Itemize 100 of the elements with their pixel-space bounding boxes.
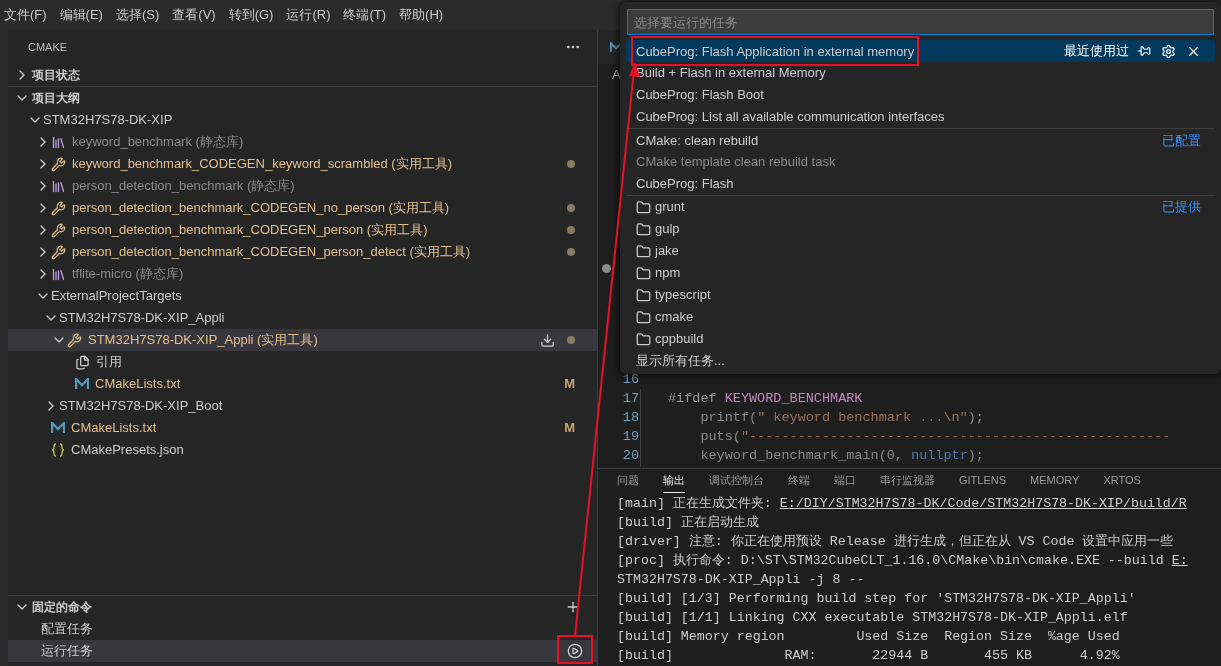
tree-item[interactable]: STM32H7S78-DK-XIP [8, 109, 597, 131]
tree-item-label: person_detection_benchmark_CODEGEN_no_person (实用工具) [72, 199, 450, 218]
task-label: CubeProg: List all available communication interfaces [636, 108, 945, 127]
tree-item[interactable]: person_detection_benchmark (静态库) [8, 175, 597, 197]
path-link[interactable]: E: [1171, 553, 1188, 568]
task-item[interactable]: gulp [626, 218, 1215, 240]
braces-icon [51, 443, 65, 457]
tree-item-label: person_detection_benchmark (静态库) [72, 177, 295, 196]
panel-tab[interactable]: 调试控制台 [709, 469, 764, 493]
tree-item-label: 引用 [96, 353, 122, 372]
tree-item[interactable]: keyword_benchmark (静态库) [8, 131, 597, 153]
tree-item-label: STM32H7S78-DK-XIP_Boot [59, 397, 223, 416]
panel-tab[interactable]: XRTOS [1103, 469, 1141, 493]
panel-tab[interactable]: MEMORY [1030, 469, 1080, 493]
command-label: 配置任务 [41, 620, 94, 639]
task-item[interactable]: CubeProg: List all available communication interfaces [626, 106, 1215, 128]
task-label: CubeProg: Flash Boot [636, 86, 764, 105]
section-header[interactable]: 固定的命令 [8, 596, 597, 618]
breadcrumb[interactable]: A [612, 65, 621, 85]
menu-item[interactable]: 选择(S) [115, 5, 160, 25]
tree-item-label: STM32H7S78-DK-XIP_Appli (实用工具) [88, 331, 318, 350]
task-item[interactable]: CubeProg: Flash Boot [626, 84, 1215, 106]
tree-item-label: ExternalProjectTargets [51, 287, 182, 306]
panel-tab[interactable]: GITLENS [959, 469, 1007, 493]
menu-item[interactable]: 查看(V) [172, 5, 216, 25]
search-field[interactable]: 选择要运行的任务 [627, 9, 1214, 35]
section-title: 固定的命令 [32, 599, 93, 616]
panel-tab[interactable]: 终端 [788, 469, 810, 493]
task-item[interactable]: CMake: clean rebuild 已配置 CMake template clean rebuild task [626, 129, 1215, 173]
tree-item[interactable]: person_detection_benchmark_CODEGEN_person (实用工具) [8, 219, 597, 241]
tree-item[interactable]: CMakePresets.json [8, 439, 597, 461]
panel-tab[interactable]: 端口 [834, 469, 856, 493]
settings-icon[interactable] [1161, 43, 1176, 59]
tree-item[interactable]: CMakeLists.txt M [8, 417, 597, 439]
path-link[interactable]: E:/DIY/STM32H7S78-DK/Code/STM32H7S78-DK-XIP/build/R [779, 496, 1187, 511]
group-label: 已提供 [1162, 198, 1201, 217]
wrench-icon [67, 332, 82, 348]
folder-icon [636, 265, 651, 281]
cmake-file-icon[interactable] [610, 41, 622, 53]
task-item[interactable]: grunt 已提供 [626, 196, 1215, 218]
command-label: 运行任务 [41, 642, 94, 661]
tree-item[interactable]: 引用 [8, 351, 597, 373]
tree-item[interactable]: tflite-micro (静态库) [8, 263, 597, 285]
folder-icon [636, 331, 651, 347]
menu-item[interactable]: 终端(T) [343, 5, 387, 25]
task-label: npm [655, 264, 681, 283]
tree-item[interactable]: ExternalProjectTargets [8, 285, 597, 307]
menu-item[interactable]: 帮助(H) [399, 5, 444, 25]
task-item[interactable]: 显示所有任务... [626, 350, 1215, 372]
tree-item-label: keyword_benchmark (静态库) [72, 133, 244, 152]
tree-item[interactable]: STM32H7S78-DK-XIP_Appli (实用工具) [8, 329, 597, 351]
output-line: [build] 正在启动生成 [617, 514, 760, 532]
task-label: cmake [655, 308, 694, 327]
tree-item[interactable]: STM32H7S78-DK-XIP_Appli [8, 307, 597, 329]
task-detail: CMake template clean rebuild task [636, 153, 837, 171]
download-icon[interactable] [540, 332, 555, 348]
tree-item[interactable]: keyword_benchmark_CODEGEN_keyword_scrambled (实用工具) [8, 153, 597, 175]
panel-tab[interactable]: 串行监视器 [880, 469, 935, 493]
menu-item[interactable]: 转到(G) [228, 5, 274, 25]
task-label: jake [655, 242, 679, 261]
task-item[interactable]: cppbuild [626, 328, 1215, 350]
section-header[interactable]: 项目大纲 [8, 87, 597, 109]
section-title: 项目大纲 [32, 90, 80, 107]
wrench-icon [51, 222, 66, 238]
tree-item-label: keyword_benchmark_CODEGEN_keyword_scrambled (实用工具) [72, 155, 452, 174]
task-item[interactable]: typescript [626, 284, 1215, 306]
tree-item-label: person_detection_benchmark_CODEGEN_person (实用工具) [72, 221, 428, 240]
tree-item-label: person_detection_benchmark_CODEGEN_person_detect (实用工具) [72, 243, 471, 262]
task-label: 显示所有任务... [636, 352, 725, 371]
pin-icon[interactable] [1137, 44, 1151, 58]
task-label: CubeProg: Flash [636, 175, 734, 194]
group-label: 已配置 [1162, 132, 1201, 151]
play-icon[interactable] [567, 643, 583, 659]
command-item[interactable]: 配置任务 [8, 618, 597, 640]
tree-item[interactable]: STM32H7S78-DK-XIP_Boot [8, 395, 597, 417]
task-item[interactable]: npm [626, 262, 1215, 284]
output-line: STM32H7S78-DK-XIP_Appli -j 8 -- [617, 571, 866, 589]
line-number: 17 [621, 390, 640, 409]
line-number: 16 [621, 371, 640, 390]
output-line: [proc] 执行命令: D:\ST\STM32CubeCLT_1.16.0\CMake\bin\cmake.EXE --build E: [617, 552, 1189, 570]
tree-item[interactable]: person_detection_benchmark_CODEGEN_no_person (实用工具) [8, 197, 597, 219]
task-label: grunt [655, 198, 685, 217]
task-label: gulp [655, 220, 680, 239]
section-header[interactable]: 项目状态 [8, 64, 597, 86]
output-line: [build] RAM: 22944 B 455 KB 4.92% [617, 647, 1121, 665]
wrench-icon [51, 156, 66, 172]
menu-item[interactable]: 文件(F) [4, 5, 47, 25]
task-item[interactable]: cmake [626, 306, 1215, 328]
menu-item[interactable]: 编辑(E) [59, 5, 103, 25]
panel-tab[interactable]: 输出 [663, 469, 685, 493]
menu-item[interactable]: 运行(R) [286, 5, 331, 25]
wrench-icon [51, 200, 66, 216]
command-item[interactable]: 运行任务 [8, 640, 597, 662]
tree-item-label: CMakeLists.txt [95, 375, 181, 394]
tree-item[interactable]: person_detection_benchmark_CODEGEN_person_detect (实用工具) [8, 241, 597, 263]
task-item[interactable]: CubeProg: Flash [626, 173, 1215, 195]
tree-item[interactable]: CMakeLists.txt M [8, 373, 597, 395]
task-item[interactable]: jake [626, 240, 1215, 262]
panel-tab[interactable]: 问题 [617, 469, 639, 493]
line-number: 20 [621, 447, 640, 466]
